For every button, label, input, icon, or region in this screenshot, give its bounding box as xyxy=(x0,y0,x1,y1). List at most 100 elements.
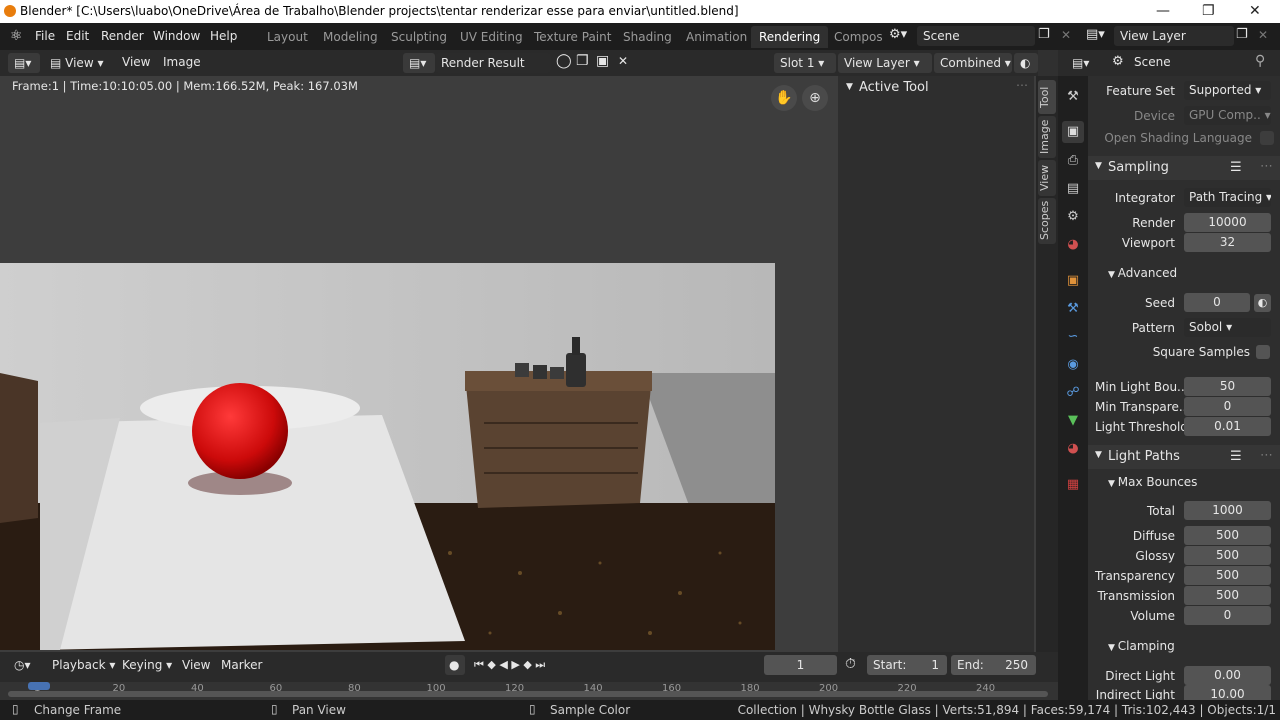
view-layer-icon[interactable]: ▤▾ xyxy=(1086,27,1105,42)
menu-timeline-view[interactable]: View xyxy=(182,658,210,672)
tab-tool[interactable]: Tool xyxy=(1038,80,1056,114)
menu-window[interactable]: Window xyxy=(153,29,200,43)
tab-image[interactable]: Image xyxy=(1038,116,1056,158)
transmission-bounces-field[interactable]: 500 xyxy=(1184,586,1271,605)
tab-layout[interactable]: Layout xyxy=(259,26,316,48)
texture-tab-icon[interactable]: ▦ xyxy=(1062,474,1084,496)
playhead[interactable] xyxy=(28,682,50,690)
feature-set-dropdown[interactable]: Supported ▾ xyxy=(1184,81,1271,100)
total-bounces-field[interactable]: 1000 xyxy=(1184,501,1271,520)
indirect-light-field[interactable]: 10.00 xyxy=(1184,685,1271,700)
glossy-bounces-field[interactable]: 500 xyxy=(1184,546,1271,565)
play-icon[interactable]: ▶ xyxy=(511,658,519,671)
current-frame-field[interactable]: 1 xyxy=(764,655,837,675)
advanced-subpanel[interactable]: ▼ Advanced xyxy=(1108,266,1177,280)
timeline-editor-type-icon[interactable]: ◷▾ xyxy=(8,655,40,675)
tab-view[interactable]: View xyxy=(1038,160,1056,196)
view-layer-selector[interactable]: View Layer xyxy=(1114,26,1234,46)
scene-selector[interactable]: Scene xyxy=(917,26,1035,46)
integrator-dropdown[interactable]: Path Tracing ▾ xyxy=(1184,188,1271,207)
restore-icon[interactable]: ❐ xyxy=(1202,3,1215,19)
material-tab-icon[interactable]: ◕ xyxy=(1062,438,1084,460)
open-image-folder-icon[interactable]: ▣ xyxy=(596,53,609,69)
view-layer-tab-icon[interactable]: ▤ xyxy=(1062,178,1084,200)
zoom-icon[interactable]: ⊕ xyxy=(802,85,828,111)
properties-editor-type-icon[interactable]: ▤▾ xyxy=(1066,53,1098,73)
tab-modeling[interactable]: Modeling xyxy=(315,26,386,48)
render-pass-dropdown[interactable]: Combined ▾ xyxy=(934,53,1012,73)
remove-scene-icon[interactable]: ✕ xyxy=(1061,28,1071,42)
transparency-bounces-field[interactable]: 500 xyxy=(1184,566,1271,585)
seed-field[interactable]: 0 xyxy=(1184,293,1250,312)
volume-bounces-field[interactable]: 0 xyxy=(1184,606,1271,625)
timeline-scrollbar[interactable] xyxy=(8,691,1048,697)
minimize-icon[interactable]: — xyxy=(1156,3,1170,19)
tab-rendering[interactable]: Rendering xyxy=(751,26,829,48)
output-tab-icon[interactable]: ⎙ xyxy=(1062,150,1084,172)
new-scene-icon[interactable]: ❐ xyxy=(1038,27,1050,42)
view-layer-dropdown[interactable]: View Layer ▾ xyxy=(838,53,932,73)
pan-hand-icon[interactable]: ✋ xyxy=(771,85,797,111)
viewport-samples-field[interactable]: 32 xyxy=(1184,233,1271,252)
menu-marker[interactable]: Marker xyxy=(221,658,262,672)
min-transparent-field[interactable]: 0 xyxy=(1184,397,1271,416)
device-dropdown[interactable]: GPU Comp.. ▾ xyxy=(1184,106,1271,125)
tab-animation[interactable]: Animation xyxy=(678,26,755,48)
menu-file[interactable]: File xyxy=(35,29,55,43)
physics-tab-icon[interactable]: ◉ xyxy=(1062,354,1084,376)
osl-checkbox[interactable] xyxy=(1260,131,1274,145)
presets-list-icon[interactable]: ☰ xyxy=(1230,160,1242,175)
world-tab-icon[interactable]: ◕ xyxy=(1062,234,1084,256)
render-tab-icon[interactable]: ▣ xyxy=(1062,121,1084,143)
blender-menu-icon[interactable]: ⚛ xyxy=(10,28,23,44)
menu-image[interactable]: Image xyxy=(163,55,201,69)
start-frame-field[interactable]: Start: 1 xyxy=(867,655,947,675)
unlink-image-icon[interactable]: ✕ xyxy=(618,54,628,68)
active-tool-header[interactable]: Active Tool xyxy=(859,80,929,95)
sampling-section[interactable]: ▼ Sampling ☰ ⋯ xyxy=(1088,156,1280,180)
jump-end-icon[interactable]: ⏭ xyxy=(535,658,545,671)
menu-render[interactable]: Render xyxy=(101,29,144,43)
stopwatch-icon[interactable]: ⏱ xyxy=(845,656,856,672)
close-icon[interactable]: ✕ xyxy=(1249,3,1261,19)
render-samples-field[interactable]: 10000 xyxy=(1184,213,1271,232)
tab-compositing[interactable]: Compos xyxy=(826,26,884,48)
editor-type-icon[interactable]: ▤▾ xyxy=(8,53,40,73)
tab-texture-paint[interactable]: Texture Paint xyxy=(526,26,619,48)
light-threshold-field[interactable]: 0.01 xyxy=(1184,417,1271,436)
jump-start-icon[interactable]: ⏮ xyxy=(474,658,484,671)
tab-shading[interactable]: Shading xyxy=(615,26,680,48)
menu-help[interactable]: Help xyxy=(210,29,237,43)
animate-seed-icon[interactable]: ◐ xyxy=(1254,294,1271,312)
max-bounces-subpanel[interactable]: ▼ Max Bounces xyxy=(1108,475,1197,489)
pin-icon[interactable]: ⚲ xyxy=(1255,53,1265,69)
object-tab-icon[interactable]: ▣ xyxy=(1062,270,1084,292)
playback-menu[interactable]: Playback ▾ xyxy=(46,655,122,675)
modifier-tab-icon[interactable]: ⚒ xyxy=(1062,298,1084,320)
drag-handle-icon[interactable]: ⋯ xyxy=(1260,159,1273,174)
particles-tab-icon[interactable]: ∽ xyxy=(1062,326,1084,348)
display-channels-icon[interactable]: ◐ xyxy=(1014,53,1038,73)
keying-menu[interactable]: Keying ▾ xyxy=(116,655,179,675)
play-reverse-icon[interactable]: ◀ xyxy=(499,658,507,671)
tab-uv-editing[interactable]: UV Editing xyxy=(452,26,531,48)
tab-scopes[interactable]: Scopes xyxy=(1038,198,1056,244)
panel-collapse-arrow-icon[interactable]: ▼ xyxy=(846,82,853,92)
drag-handle-icon[interactable]: ⋯ xyxy=(1016,78,1028,92)
drag-handle-icon[interactable]: ⋯ xyxy=(1260,448,1273,463)
tool-tab-icon[interactable]: ⚒ xyxy=(1062,86,1084,108)
presets-list-icon[interactable]: ☰ xyxy=(1230,449,1242,464)
direct-light-field[interactable]: 0.00 xyxy=(1184,666,1271,685)
fake-user-shield-icon[interactable]: ◯ xyxy=(556,53,572,69)
scene-icon[interactable]: ⚙▾ xyxy=(889,27,907,42)
new-view-layer-icon[interactable]: ❐ xyxy=(1236,27,1248,42)
diffuse-bounces-field[interactable]: 500 xyxy=(1184,526,1271,545)
constraints-tab-icon[interactable]: ☍ xyxy=(1062,382,1084,404)
square-samples-checkbox[interactable] xyxy=(1256,345,1270,359)
next-keyframe-icon[interactable]: ◆ xyxy=(523,658,531,671)
clamping-subpanel[interactable]: ▼ Clamping xyxy=(1108,639,1175,653)
scene-tab-icon[interactable]: ⚙ xyxy=(1062,206,1084,228)
menu-edit[interactable]: Edit xyxy=(66,29,89,43)
tab-sculpting[interactable]: Sculpting xyxy=(383,26,455,48)
slot-dropdown[interactable]: Slot 1 ▾ xyxy=(774,53,836,73)
